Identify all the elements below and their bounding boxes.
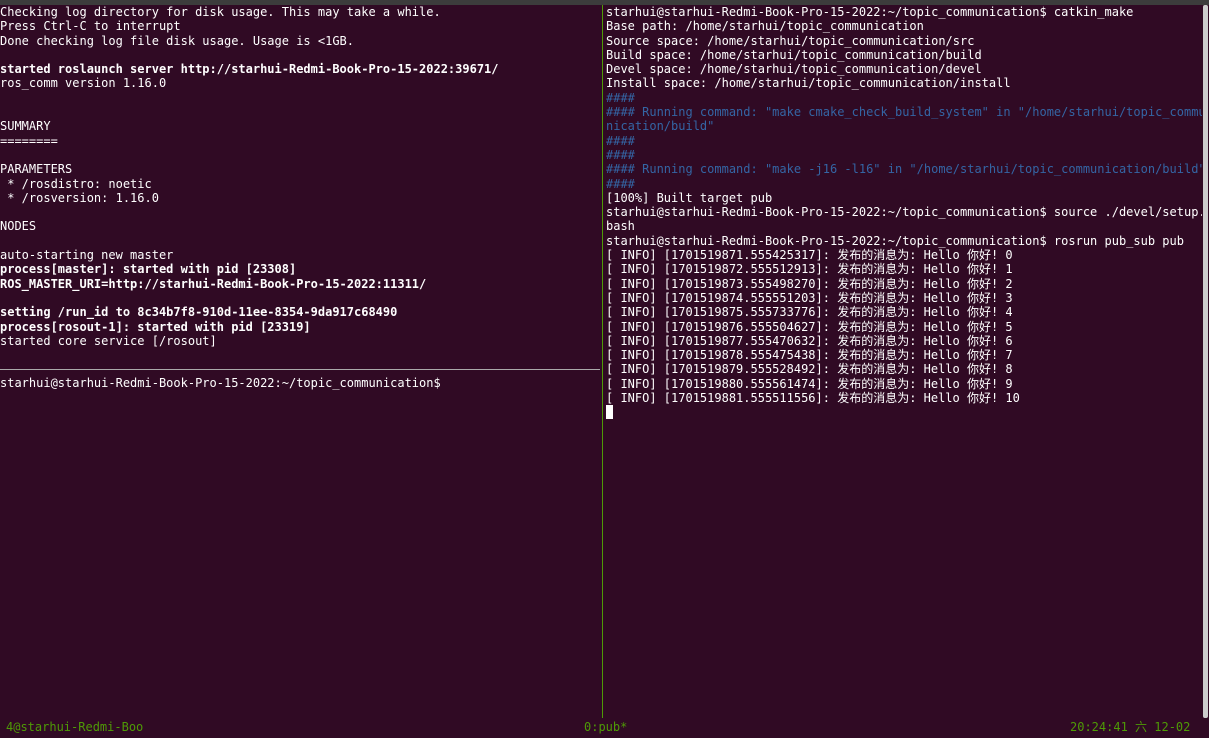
terminal-line: ros_comm version 1.16.0 bbox=[0, 76, 167, 91]
terminal-line: [ INFO] [1701519875.555733776]: 发布的消息为: … bbox=[606, 305, 1013, 320]
terminal-line: starhui@starhui-Redmi-Book-Pro-15-2022:~… bbox=[606, 5, 1134, 19]
terminal-line: [ INFO] [1701519871.555425317]: 发布的消息为: … bbox=[606, 248, 1013, 263]
terminal-line: starhui@starhui-Redmi-Book-Pro-15-2022:~… bbox=[606, 205, 1202, 220]
terminal-line: NODES bbox=[0, 219, 37, 234]
terminal-line: process[rosout-1]: started with pid [233… bbox=[0, 319, 311, 334]
terminal-scrollbar[interactable] bbox=[1203, 5, 1208, 718]
terminal-line: #### Running command: "make -j16 -l16" i… bbox=[606, 162, 1202, 177]
pane-horizontal-divider[interactable] bbox=[0, 369, 600, 370]
right-terminal-pane[interactable]: starhui@starhui-Redmi-Book-Pro-15-2022:~… bbox=[606, 5, 1202, 718]
terminal-line: #### bbox=[606, 90, 635, 105]
terminal-line: Base path: /home/starhui/topic_communica… bbox=[606, 19, 924, 34]
terminal-line: * /rosdistro: noetic bbox=[0, 176, 152, 191]
terminal-line: #### bbox=[606, 176, 635, 191]
terminal-line: starhui@starhui-Redmi-Book-Pro-15-2022:~… bbox=[606, 233, 1184, 248]
build-and-publisher-output: starhui@starhui-Redmi-Book-Pro-15-2022:~… bbox=[606, 5, 1202, 405]
terminal-line: SUMMARY bbox=[0, 119, 51, 134]
terminal-line: nication/build" bbox=[606, 119, 715, 134]
terminal-line: #### Running command: "make cmake_check_… bbox=[606, 105, 1202, 120]
terminal-line: Source space: /home/starhui/topic_commun… bbox=[606, 33, 975, 48]
status-session-name: 4@starhui-Redmi-Boo bbox=[6, 720, 144, 734]
terminal-line: auto-starting new master bbox=[0, 248, 174, 263]
terminal-line: started core service [/rosout] bbox=[0, 333, 217, 348]
left-terminal-pane[interactable]: Checking log directory for disk usage. T… bbox=[0, 5, 600, 718]
terminal-line: [ INFO] [1701519879.555528492]: 发布的消息为: … bbox=[606, 362, 1013, 377]
terminal-line: [ INFO] [1701519881.555511556]: 发布的消息为: … bbox=[606, 391, 1020, 406]
terminal-line: bash bbox=[606, 219, 635, 234]
roscore-output: Checking log directory for disk usage. T… bbox=[0, 5, 600, 348]
terminal-line: Checking log directory for disk usage. T… bbox=[0, 5, 441, 19]
terminal-line: ======== bbox=[0, 133, 58, 148]
terminal-line: Press Ctrl-C to interrupt bbox=[0, 19, 181, 34]
terminal-line: Install space: /home/starhui/topic_commu… bbox=[606, 76, 1011, 91]
terminal-line: [ INFO] [1701519874.555551203]: 发布的消息为: … bbox=[606, 290, 1013, 305]
terminal-line: process[master]: started with pid [23308… bbox=[0, 262, 297, 277]
terminal-line: [ INFO] [1701519873.555498270]: 发布的消息为: … bbox=[606, 276, 1013, 291]
pane-vertical-divider[interactable] bbox=[602, 5, 603, 718]
status-clock: 20:24:41 六 12-02 bbox=[1070, 720, 1191, 734]
terminal-line: [ INFO] [1701519878.555475438]: 发布的消息为: … bbox=[606, 348, 1013, 363]
left-shell-prompt: starhui@starhui-Redmi-Book-Pro-15-2022:~… bbox=[0, 376, 441, 390]
terminal-line: [ INFO] [1701519876.555504627]: 发布的消息为: … bbox=[606, 319, 1013, 334]
terminal-line: [100%] Built target pub bbox=[606, 190, 773, 205]
terminal-line: [ INFO] [1701519877.555470632]: 发布的消息为: … bbox=[606, 333, 1013, 348]
terminal-line: * /rosversion: 1.16.0 bbox=[0, 190, 159, 205]
tmux-status-bar: 4@starhui-Redmi-Boo 0:pub* 20:24:41 六 12… bbox=[0, 718, 1209, 738]
terminal-line: [ INFO] [1701519880.555561474]: 发布的消息为: … bbox=[606, 376, 1013, 391]
terminal-line: [ INFO] [1701519872.555512913]: 发布的消息为: … bbox=[606, 262, 1013, 277]
terminal-line: ROS_MASTER_URI=http://starhui-Redmi-Book… bbox=[0, 276, 427, 291]
terminal-line: Build space: /home/starhui/topic_communi… bbox=[606, 47, 982, 62]
cursor-line bbox=[606, 405, 1202, 420]
terminal-line: #### bbox=[606, 133, 635, 148]
terminal-line: #### bbox=[606, 147, 635, 162]
terminal-line: started roslaunch server http://starhui-… bbox=[0, 62, 499, 77]
terminal-cursor bbox=[606, 405, 613, 420]
status-window-tab[interactable]: 0:pub* bbox=[584, 720, 627, 734]
terminal-line: PARAMETERS bbox=[0, 162, 73, 177]
terminal-line: Devel space: /home/starhui/topic_communi… bbox=[606, 62, 982, 77]
terminal-line: Done checking log file disk usage. Usage… bbox=[0, 33, 355, 48]
terminal-line: setting /run_id to 8c34b7f8-910d-11ee-83… bbox=[0, 305, 398, 320]
